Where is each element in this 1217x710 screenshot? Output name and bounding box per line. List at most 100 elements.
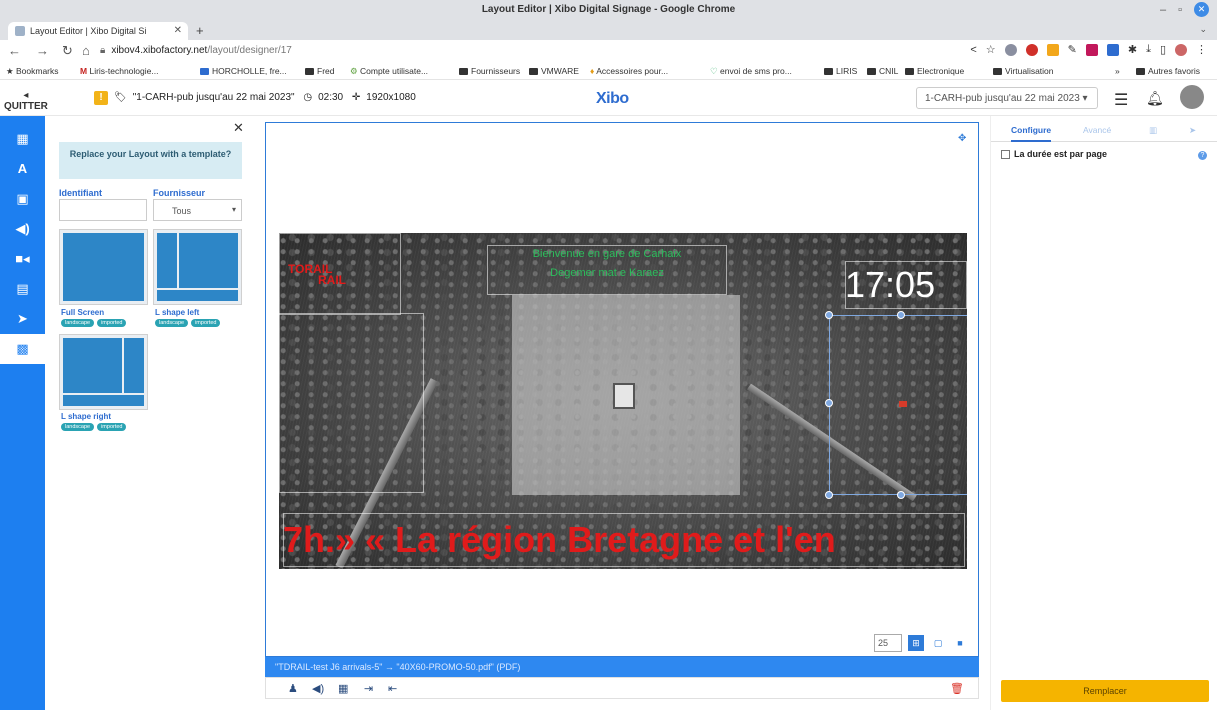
playlist-icon[interactable]: ▤ [0,274,45,304]
resize-handle[interactable] [897,311,905,319]
template-header: Replace your Layout with a template? [59,142,242,179]
identifiant-input[interactable] [59,199,147,221]
replace-button[interactable]: Remplacer [1001,680,1209,702]
bookmark-item[interactable]: VMWARE [529,66,579,76]
calendar-icon[interactable]: ▦ [338,682,348,695]
grid-view-icon[interactable]: ⊞ [908,635,924,651]
eyedropper-icon[interactable]: ✎ [1068,43,1077,56]
avatar[interactable] [1180,85,1204,109]
action-icon[interactable]: ➤ [0,304,45,334]
resize-icon: ✛ [351,92,361,103]
bookmark-item[interactable]: ★ Bookmarks [6,66,59,77]
tab-advanced[interactable]: Avancé [1083,125,1111,135]
bookmark-item[interactable]: M Liris-technologie... [80,66,158,76]
reload-icon[interactable]: ↻ [62,43,73,59]
duration-per-page-checkbox[interactable]: La durée est par page [1001,149,1107,159]
tab-configure[interactable]: Configure [1011,125,1052,142]
layout-select[interactable]: 1-CARH-pub jusqu'au 22 mai 2023 ▾ [916,87,1098,109]
widgets-icon[interactable]: ▦ [0,124,45,154]
fournisseur-select[interactable]: Tous ▾ [153,199,242,221]
bookmark-item[interactable]: ♦ Accessoires pour... [590,66,668,76]
bookmark-item[interactable]: Fred [305,66,334,76]
template-l-shape-left[interactable] [153,229,242,305]
templates-icon[interactable]: ▩ [0,334,45,364]
region-pdf[interactable] [512,295,740,495]
delete-icon[interactable]: 🗑︎ [950,682,964,695]
tab-close-icon[interactable]: ✕ [174,25,182,36]
home-icon[interactable]: ⌂ [82,43,90,58]
bookmark-item[interactable]: ⚙︎ Compte utilisate... [350,66,428,77]
bookmark-item[interactable]: Fournisseurs [459,66,520,76]
share-icon[interactable]: < [970,44,976,56]
tab-send-icon[interactable]: ➤ [1189,125,1196,136]
favicon-icon [15,26,25,36]
region-logo[interactable]: TORAIL RAIL [279,233,401,315]
menu-dots-icon[interactable]: ⋮ [1196,43,1207,56]
bookmark-item[interactable]: Virtualisation [993,66,1054,76]
sidepanel-icon[interactable]: ▯ [1160,43,1166,56]
layout-preview[interactable]: TORAIL RAIL Bienvenue en gare de Carhaix … [279,233,967,569]
tab-actions-icon[interactable]: ▥ [1149,125,1157,136]
user-icon[interactable]: ♟ [288,682,298,695]
welcome-text: Bienvenue en gare de Carhaix Degemer mat… [532,248,682,279]
resize-handle[interactable] [825,399,833,407]
extension-icon[interactable] [1046,43,1059,56]
bookmark-overflow-icon[interactable]: » [1115,66,1120,76]
audio-icon[interactable]: ◀︎) [0,214,45,244]
extension-icon[interactable] [1085,43,1098,56]
back-icon[interactable]: ← [8,43,21,58]
bookmark-item[interactable]: Autres favoris [1136,66,1200,76]
bookmark-star-icon[interactable]: ☆ [986,43,996,56]
bookmark-item[interactable]: Electronique [905,66,964,76]
maximize-icon[interactable]: ▫ [1178,4,1182,16]
new-tab-icon[interactable]: + [196,23,204,38]
puzzle-icon[interactable]: ✱ [1128,43,1137,56]
zoom-input[interactable]: 25 [874,634,902,652]
resize-handle[interactable] [825,491,833,499]
template-l-shape-right[interactable] [59,334,148,410]
bookmark-item[interactable]: LIRIS [824,66,857,76]
template-full-screen[interactable] [59,229,148,305]
fill-view-icon[interactable]: ■ [952,635,968,651]
close-window-icon[interactable]: ✕ [1194,2,1209,17]
download-icon[interactable]: ⤓ [1146,43,1151,56]
template-tags: landscape imported [155,319,221,327]
bookmark-item[interactable]: HORCHOLLE, fre... [200,66,287,76]
selected-region[interactable] [829,315,967,495]
tag-icon: 🏷︎ [114,92,127,103]
move-icon[interactable]: ✥ [958,133,966,144]
text-icon[interactable]: A [0,154,45,184]
resize-handle[interactable] [825,311,833,319]
image-icon[interactable]: ▣ [0,184,45,214]
selection-breadcrumb[interactable]: "TDRAIL-test J6 arrivals-5" → "40X60-PRO… [265,657,979,677]
profile-icon[interactable] [1175,43,1187,56]
outline-view-icon[interactable]: ▢ [930,635,946,651]
audio-icon[interactable]: ◀︎) [312,682,324,695]
minimize-icon[interactable]: – [1160,4,1166,16]
region-left[interactable] [279,313,424,493]
identifiant-label: Identifiant [59,188,102,198]
help-icon[interactable]: ? [1198,151,1207,160]
editor-toolbar: ◂ QUITTER ! 🏷︎ "1-CARH-pub jusqu'au 22 mai… [0,80,1217,116]
window-titlebar: Layout Editor | Xibo Digital Signage - G… [0,0,1217,20]
quit-button[interactable]: ◂ QUITTER [4,90,48,112]
menu-icon[interactable]: ☰ [1114,90,1128,110]
notification-bell-icon[interactable]: 🔔︎ [1146,90,1164,107]
resize-handle[interactable] [897,491,905,499]
exit-icon[interactable]: ⇤ [388,682,397,695]
forward-icon[interactable]: → [36,43,49,58]
bookmark-item[interactable]: CNIL [867,66,898,76]
bookmark-item[interactable]: ♡ envoi de sms pro... [710,66,792,77]
url-field[interactable]: 🔒︎ xibov4.xibofactory.net/layout/designer… [100,42,920,60]
enter-icon[interactable]: ⇥ [364,682,373,695]
close-panel-icon[interactable]: ✕ [233,120,244,136]
extension-icon[interactable] [1004,43,1017,56]
browser-tab[interactable]: Layout Editor | Xibo Digital Si ✕ [8,22,188,40]
video-icon[interactable]: ■◂ [0,244,45,274]
checkbox[interactable] [1001,149,1010,159]
extension-icon[interactable] [1106,43,1119,56]
warning-badge[interactable]: ! [94,91,108,105]
tab-search-icon[interactable]: ⌄ [1199,24,1207,35]
opera-extension-icon[interactable] [1025,43,1038,56]
window-title: Layout Editor | Xibo Digital Signage - G… [481,4,736,15]
